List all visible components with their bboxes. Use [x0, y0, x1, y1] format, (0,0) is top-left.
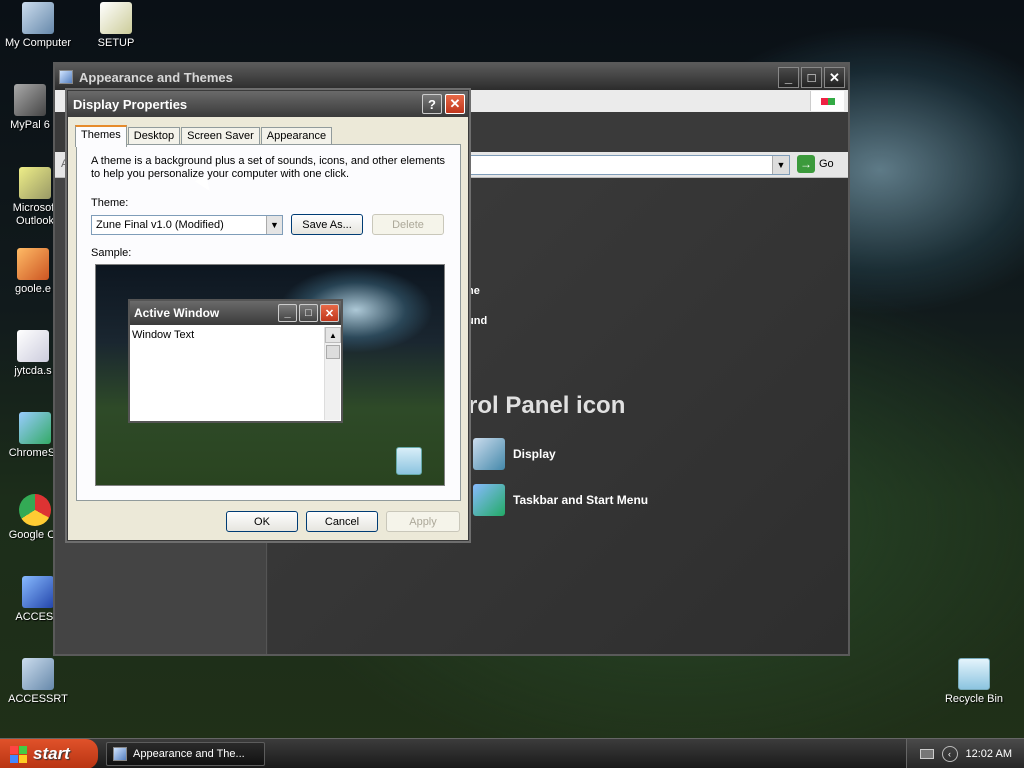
theme-value: Zune Final v1.0 (Modified) [96, 219, 224, 231]
recycle-bin-icon [396, 447, 422, 475]
theme-description: A theme is a background plus a set of so… [91, 155, 446, 180]
chevron-down-icon[interactable]: ▼ [266, 216, 282, 234]
start-button[interactable]: start [0, 739, 98, 768]
minimize-icon: _ [278, 304, 297, 322]
maximize-icon: □ [299, 304, 318, 322]
sample-scrollbar: ▲ [324, 327, 341, 420]
pick-task-item[interactable]: und [467, 315, 487, 327]
display-icon [473, 438, 505, 470]
cp-link-label: Display [513, 447, 556, 461]
chromese-icon [19, 412, 51, 444]
desktop-icon-label: ACCESSRT [8, 693, 68, 705]
address-input[interactable]: ▼ [468, 155, 790, 175]
go-button[interactable]: → Go [797, 155, 834, 173]
chevron-left-icon[interactable]: ‹ [941, 746, 958, 762]
theme-label: Theme: [91, 197, 129, 209]
desktop-icon-label: My Computer [4, 37, 72, 49]
taskbar-icon [473, 484, 505, 516]
desktop-icon-label: SETUP [97, 37, 135, 49]
desktop-icon-my-computer[interactable]: My Computer [0, 2, 76, 49]
cp-link-label: Taskbar and Start Menu [513, 493, 649, 507]
cp-link-taskbar[interactable]: Taskbar and Start Menu [473, 484, 648, 516]
window-titlebar[interactable]: Appearance and Themes _ □ ✕ [55, 64, 848, 90]
close-button[interactable]: ✕ [445, 94, 465, 114]
cp-link-display[interactable]: Display [473, 438, 556, 470]
clock[interactable]: 12:02 AM [966, 748, 1012, 760]
goole-icon [17, 248, 49, 280]
outlook-icon [19, 167, 51, 199]
close-icon: ✕ [320, 304, 339, 322]
my-computer-icon [22, 2, 54, 34]
save-as-button[interactable]: Save As... [291, 214, 363, 235]
system-tray: ‹ 12:02 AM [906, 739, 1024, 768]
theme-sample-preview: Active Window _ □ ✕ Window Text ▲ [95, 264, 445, 486]
desktop-icon-mypal[interactable]: MyPal 6 [0, 84, 60, 131]
control-panel-heading: rol Panel icon [468, 392, 626, 419]
taskbar-item-appearance[interactable]: Appearance and The... [106, 742, 265, 766]
dialog-title: Display Properties [73, 96, 188, 112]
help-button[interactable]: ? [422, 94, 442, 114]
taskbar: start Appearance and The... ‹ 12:02 AM [0, 738, 1024, 768]
maximize-button[interactable]: □ [801, 67, 822, 88]
go-label: Go [819, 158, 834, 170]
theme-dropdown[interactable]: Zune Final v1.0 (Modified) ▼ [91, 215, 283, 235]
taskbar-item-label: Appearance and The... [133, 748, 245, 760]
apply-button[interactable]: Apply [386, 511, 460, 532]
window-title: Appearance and Themes [79, 69, 233, 85]
ok-button[interactable]: OK [226, 511, 298, 532]
sample-label: Sample: [91, 247, 132, 259]
desktop-icon-label: Recycle Bin [944, 693, 1004, 705]
sample-window-title: Active Window [134, 306, 220, 320]
control-panel-icon [113, 747, 127, 761]
sample-active-window: Active Window _ □ ✕ Window Text ▲ [128, 299, 343, 423]
desktop-icon-label: MyPal 6 [10, 119, 50, 131]
access-icon [22, 576, 54, 608]
desktop-icon-recycle-bin[interactable]: Recycle Bin [936, 658, 1012, 705]
control-panel-icon [59, 70, 73, 84]
setup-icon [100, 2, 132, 34]
tab-themes[interactable]: Themes [75, 125, 127, 147]
mypal-icon [14, 84, 46, 116]
recycle-bin-icon [958, 658, 990, 690]
google-chrome-icon [19, 494, 51, 526]
keyboard-icon[interactable] [919, 749, 934, 759]
windows-flag-icon [10, 745, 27, 763]
sample-window-text: Window Text [132, 329, 195, 341]
themes-panel: A theme is a background plus a set of so… [76, 144, 461, 501]
start-label: start [33, 744, 70, 763]
close-button[interactable]: ✕ [824, 67, 845, 88]
dialog-titlebar[interactable]: Display Properties ? ✕ [68, 91, 468, 117]
delete-button[interactable]: Delete [372, 214, 444, 235]
display-properties-dialog[interactable]: Display Properties ? ✕ Themes Desktop Sc… [67, 90, 469, 541]
accessrt-icon [22, 658, 54, 690]
minimize-button[interactable]: _ [778, 67, 799, 88]
go-arrow-icon: → [797, 155, 815, 173]
windows-logo-icon [810, 91, 844, 111]
desktop-icon-setup[interactable]: SETUP [78, 2, 154, 49]
chevron-down-icon[interactable]: ▼ [772, 156, 789, 174]
cancel-button[interactable]: Cancel [306, 511, 378, 532]
desktop-icon-accessrt[interactable]: ACCESSRT [0, 658, 76, 705]
jytcda-icon [17, 330, 49, 362]
scroll-thumb [326, 345, 340, 359]
scroll-up-icon: ▲ [325, 327, 341, 343]
